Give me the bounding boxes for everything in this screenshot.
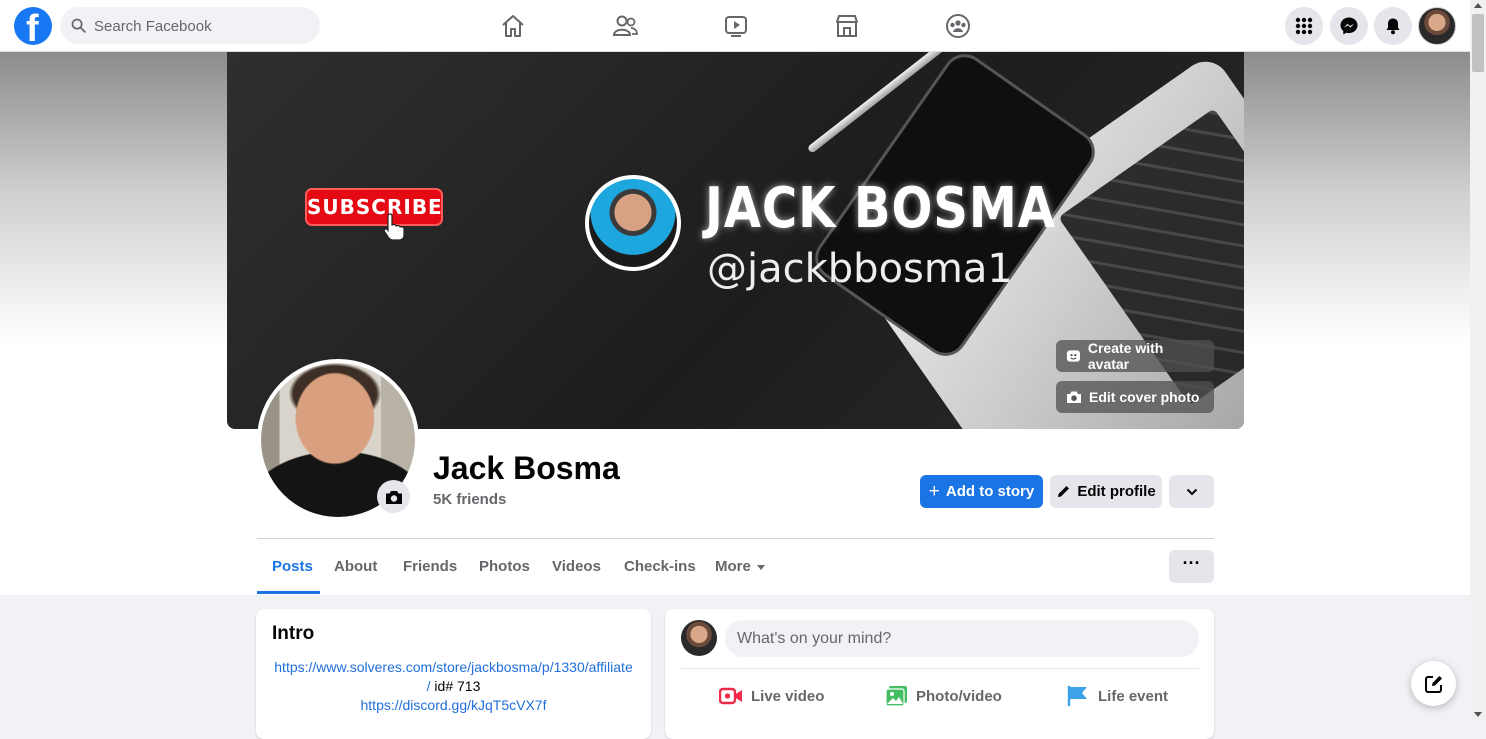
composer-divider <box>681 668 1199 669</box>
intro-bio-line-2: / id# 713 <box>256 678 651 694</box>
pointer-hand-icon <box>383 213 405 241</box>
intro-title: Intro <box>272 623 315 644</box>
profile-name: Jack Bosma <box>433 450 620 486</box>
tab-photos[interactable]: Photos <box>479 540 530 594</box>
affiliate-id-text: id# 713 <box>430 678 481 694</box>
tab-check-ins[interactable]: Check-ins <box>624 540 696 594</box>
facebook-logo-icon[interactable]: f <box>14 7 52 45</box>
composer-avatar[interactable] <box>681 620 717 656</box>
create-with-avatar-button[interactable]: Create with avatar <box>1056 340 1214 372</box>
avatar-icon <box>1066 350 1080 362</box>
tab-posts[interactable]: Posts <box>272 540 313 594</box>
more-options-button[interactable]: ··· <box>1169 550 1214 583</box>
whats-on-your-mind-input[interactable]: What's on your mind? <box>725 620 1199 657</box>
new-message-button[interactable] <box>1411 661 1456 706</box>
friends-icon[interactable] <box>611 12 639 40</box>
photo-video-icon <box>885 686 907 707</box>
top-navigation-bar: f <box>0 0 1470 52</box>
cover-title: JACK BOSMA <box>705 176 1056 241</box>
add-to-story-button[interactable]: + Add to story <box>920 475 1043 508</box>
photo-video-button[interactable]: Photo/video <box>885 681 1002 711</box>
search-input[interactable] <box>92 7 316 46</box>
search-icon <box>71 18 86 33</box>
profile-options-dropdown[interactable] <box>1169 475 1214 508</box>
update-profile-picture-button[interactable] <box>377 480 410 513</box>
live-video-button[interactable]: Live video <box>719 681 824 711</box>
account-avatar[interactable] <box>1418 7 1456 45</box>
subscribe-badge: SUBSCRIBE <box>305 188 443 226</box>
life-event-label: Life event <box>1098 687 1169 705</box>
compose-icon <box>1424 675 1442 693</box>
create-with-avatar-label: Create with avatar <box>1087 340 1164 372</box>
intro-bio-line-1: https://www.solveres.com/store/jackbosma… <box>256 659 651 675</box>
friends-count[interactable]: 5K friends <box>433 491 506 508</box>
live-video-icon <box>719 687 742 705</box>
live-video-label: Live video <box>751 687 825 705</box>
active-tab-indicator <box>257 591 320 594</box>
search-box[interactable] <box>60 7 320 46</box>
intro-bio-line-3: https://discord.gg/kJqT5cVX7f <box>256 697 651 713</box>
edit-cover-photo-button[interactable]: Edit cover photo <box>1056 381 1214 413</box>
affiliate-link[interactable]: https://www.solveres.com/store/jackbosma… <box>274 659 632 675</box>
photo-video-label: Photo/video <box>916 687 1002 705</box>
caret-down-icon <box>756 564 765 570</box>
cover-avatar-image <box>585 175 681 271</box>
scroll-up-arrow-icon[interactable] <box>1474 3 1482 8</box>
messenger-icon[interactable] <box>1330 7 1368 45</box>
scrollbar-thumb[interactable] <box>1472 14 1484 72</box>
edit-cover-photo-label: Edit cover photo <box>1089 389 1200 405</box>
add-to-story-label: Add to story <box>945 483 1035 500</box>
edit-profile-label: Edit profile <box>1077 483 1156 500</box>
home-icon[interactable] <box>499 12 527 40</box>
page-scrollbar[interactable] <box>1470 0 1486 720</box>
groups-icon[interactable] <box>944 12 972 40</box>
discord-link[interactable]: https://discord.gg/kJqT5cVX7f <box>361 697 547 713</box>
tab-more[interactable]: More <box>715 540 765 594</box>
tab-more-label: More <box>715 558 751 575</box>
cover-handle: @jackbbosma1 <box>707 246 1013 292</box>
plus-icon: + <box>928 481 940 502</box>
life-event-button[interactable]: Life event <box>1066 681 1168 711</box>
tab-about[interactable]: About <box>334 540 377 594</box>
tab-friends[interactable]: Friends <box>403 540 457 594</box>
header-divider <box>257 538 1214 539</box>
life-event-icon <box>1067 686 1087 706</box>
marketplace-icon[interactable] <box>833 12 861 40</box>
tab-videos[interactable]: Videos <box>552 540 601 594</box>
edit-profile-button[interactable]: Edit profile <box>1050 475 1162 508</box>
camera-icon <box>385 490 402 504</box>
chevron-down-icon <box>1186 488 1197 495</box>
scroll-down-arrow-icon[interactable] <box>1474 712 1482 717</box>
menu-grid-icon[interactable] <box>1285 7 1323 45</box>
watch-icon[interactable] <box>722 12 750 40</box>
notifications-icon[interactable] <box>1374 7 1412 45</box>
camera-icon <box>1067 391 1081 403</box>
pencil-icon <box>1058 486 1070 497</box>
